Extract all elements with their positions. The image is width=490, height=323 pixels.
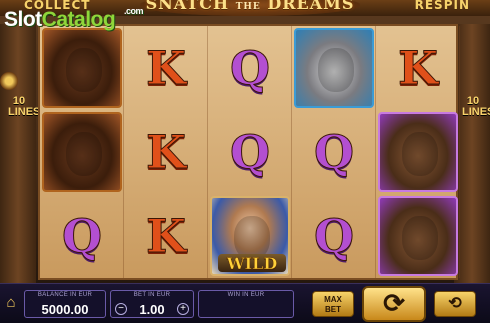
symbol-k: K — [398, 41, 439, 95]
symbol-art — [318, 48, 354, 92]
balance-panel: BALANCE IN EUR 5000.00 — [24, 290, 106, 318]
title-small: THE — [235, 2, 261, 12]
symbol-k: K — [146, 125, 187, 179]
lines-indicator-left: 10 LINES — [8, 95, 41, 118]
reel-cell: K — [124, 26, 208, 110]
symbol-k: K — [146, 209, 187, 263]
win-panel: WIN IN EUR — [198, 290, 294, 318]
reel-cell: WILD — [208, 194, 292, 278]
reel-4: QQ — [292, 26, 376, 278]
slot-game: COLLECT SNATCH THE DREAMS RESPIN SlotCat… — [0, 0, 490, 323]
reel-cell: Q — [292, 194, 376, 278]
star-badge-icon — [0, 72, 18, 90]
balance-value: 5000.00 — [41, 302, 89, 317]
watermark-catalog: Catalog — [41, 8, 116, 31]
maxbet-line2: BET — [325, 305, 341, 314]
reel-cell — [292, 26, 376, 110]
symbol-q: Q — [61, 209, 103, 263]
watermark-com: .com — [124, 6, 144, 16]
reel-cell: Q — [292, 110, 376, 194]
reel-cell — [376, 194, 460, 278]
max-bet-button[interactable]: MAX BET — [312, 291, 354, 317]
reel-1: Q — [40, 26, 124, 278]
reel-cell: K — [376, 26, 460, 110]
symbol-art — [66, 48, 102, 92]
reel-cell — [40, 26, 124, 110]
respin-label: RESPIN — [414, 0, 470, 12]
maxbet-line1: MAX — [324, 295, 342, 304]
balance-label: BALANCE IN EUR — [37, 292, 93, 298]
bear-icon — [378, 112, 458, 192]
left-totem — [0, 24, 36, 284]
spin-button[interactable]: ⟳ — [362, 286, 426, 322]
reel-5: K — [376, 26, 460, 278]
symbol-art — [402, 132, 438, 176]
watermark-slot: Slot — [4, 8, 42, 31]
wolf-icon — [294, 28, 374, 108]
symbol-q: Q — [229, 41, 271, 95]
reel-cell — [376, 110, 460, 194]
reel-cell — [40, 110, 124, 194]
reel-cell: K — [124, 110, 208, 194]
reel-cell: K — [124, 194, 208, 278]
symbol-q: Q — [313, 209, 355, 263]
control-bar: ⌂ BALANCE IN EUR 5000.00 BET IN EUR − 1.… — [0, 283, 490, 323]
reel-3: Q Q WILD — [208, 26, 292, 278]
win-label: WIN IN EUR — [227, 292, 265, 298]
spin-icon: ⟳ — [383, 288, 405, 318]
reel-area: Q K K K Q Q WILD Q Q K — [38, 24, 460, 280]
buffalo-icon — [42, 112, 122, 192]
title-end: DREAMS — [267, 0, 355, 13]
bet-label: BET IN EUR — [133, 292, 171, 298]
symbol-art — [402, 216, 438, 260]
slotcatalog-watermark: SlotCatalog .com — [4, 6, 144, 32]
wild-label: WILD — [218, 254, 286, 273]
title-main: SNATCH — [145, 0, 230, 13]
reel-cell: Q — [208, 110, 292, 194]
bet-increase-button[interactable]: + — [177, 303, 189, 315]
buffalo-icon — [42, 28, 122, 108]
game-title: SNATCH THE DREAMS — [140, 0, 360, 16]
reel-cell: Q — [208, 26, 292, 110]
symbol-art — [66, 132, 102, 176]
lines-indicator-right: 10 LINES — [462, 95, 490, 118]
chief-wild-icon: WILD — [210, 196, 290, 276]
reel-cell: Q — [40, 194, 124, 278]
home-icon[interactable]: ⌂ — [2, 294, 20, 312]
autoplay-button[interactable]: ⟲ — [434, 291, 476, 317]
symbol-q: Q — [229, 125, 271, 179]
autoplay-icon: ⟲ — [448, 295, 462, 312]
bet-panel: BET IN EUR − 1.00 + — [110, 290, 194, 318]
symbol-q: Q — [313, 125, 355, 179]
symbol-k: K — [146, 41, 187, 95]
reel-2: KKK — [124, 26, 208, 278]
bear-icon — [378, 196, 458, 276]
